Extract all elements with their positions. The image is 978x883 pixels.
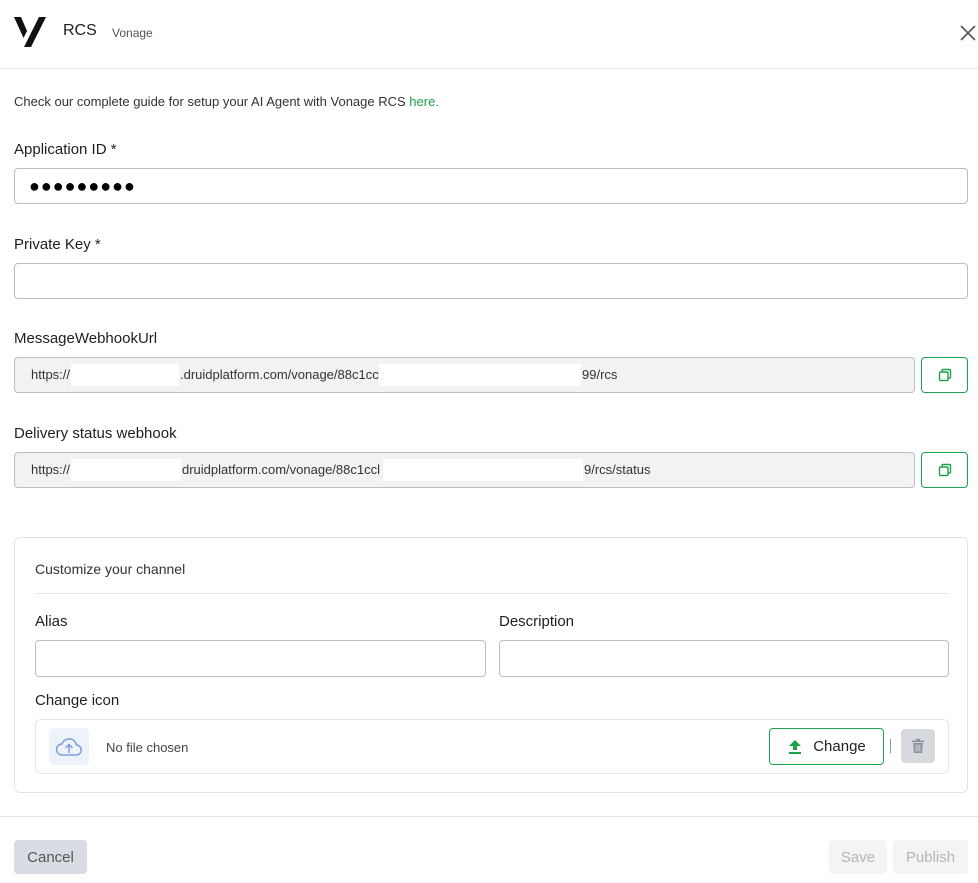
save-button[interactable]: Save xyxy=(829,840,887,874)
app-subtitle: Vonage xyxy=(112,26,153,40)
icon-preview xyxy=(49,728,89,765)
application-id-label: Application ID * xyxy=(14,141,117,158)
file-upload-row: No file chosen Change xyxy=(35,719,949,774)
copy-icon xyxy=(938,368,951,382)
message-webhook-part1: https:// xyxy=(31,367,71,382)
delivery-webhook-part3: 9/rcs/status xyxy=(584,462,651,477)
app-title: RCS xyxy=(63,22,97,39)
copy-delivery-webhook-button[interactable] xyxy=(921,452,968,488)
redaction-mask xyxy=(71,459,181,481)
dialog-header: RCS Vonage xyxy=(0,0,978,69)
message-webhook-field[interactable]: https:// .druidplatform.com/vonage/88c1c… xyxy=(14,357,915,393)
delivery-webhook-part1: https:// xyxy=(31,462,71,477)
vonage-logo-icon xyxy=(14,17,46,47)
change-button-label: Change xyxy=(813,738,866,755)
copy-icon xyxy=(938,463,951,477)
guide-text: Check our complete guide for setup your … xyxy=(14,94,439,109)
message-webhook-label: MessageWebhookUrl xyxy=(14,330,158,347)
trash-icon xyxy=(912,738,924,753)
change-icon-label: Change icon xyxy=(35,692,120,709)
alias-label: Alias xyxy=(35,613,68,630)
redaction-mask xyxy=(379,364,581,386)
customize-title: Customize your channel xyxy=(35,561,186,577)
redaction-mask xyxy=(71,364,179,386)
description-label: Description xyxy=(499,613,575,630)
footer-divider xyxy=(0,816,978,817)
alias-input[interactable] xyxy=(35,640,486,677)
guide-link[interactable]: here. xyxy=(409,94,439,109)
description-input[interactable] xyxy=(499,640,949,677)
message-webhook-part2: .druidplatform.com/vonage/88c1cc xyxy=(180,367,379,382)
delivery-webhook-part2: druidplatform.com/vonage/88c1ccl xyxy=(182,462,380,477)
guide-text-body: Check our complete guide for setup your … xyxy=(14,94,410,109)
cancel-button[interactable]: Cancel xyxy=(14,840,87,874)
upload-icon xyxy=(789,739,802,754)
message-webhook-part3: 99/rcs xyxy=(582,367,618,382)
delivery-webhook-field[interactable]: https:// druidplatform.com/vonage/88c1cc… xyxy=(14,452,915,488)
customize-channel-card: Customize your channel Alias Description… xyxy=(14,537,968,793)
delete-icon-button[interactable] xyxy=(901,729,935,763)
separator xyxy=(890,739,891,753)
redaction-mask xyxy=(383,459,583,481)
application-id-input[interactable] xyxy=(14,168,968,204)
private-key-label: Private Key * xyxy=(14,236,101,253)
card-divider xyxy=(35,593,949,594)
file-status-text: No file chosen xyxy=(106,740,189,755)
delivery-webhook-label: Delivery status webhook xyxy=(14,425,177,442)
cloud-upload-icon xyxy=(55,737,82,756)
private-key-input[interactable] xyxy=(14,263,968,299)
publish-button[interactable]: Publish xyxy=(893,840,968,874)
change-icon-button[interactable]: Change xyxy=(769,728,884,765)
close-icon[interactable] xyxy=(958,23,978,43)
copy-message-webhook-button[interactable] xyxy=(921,357,968,393)
